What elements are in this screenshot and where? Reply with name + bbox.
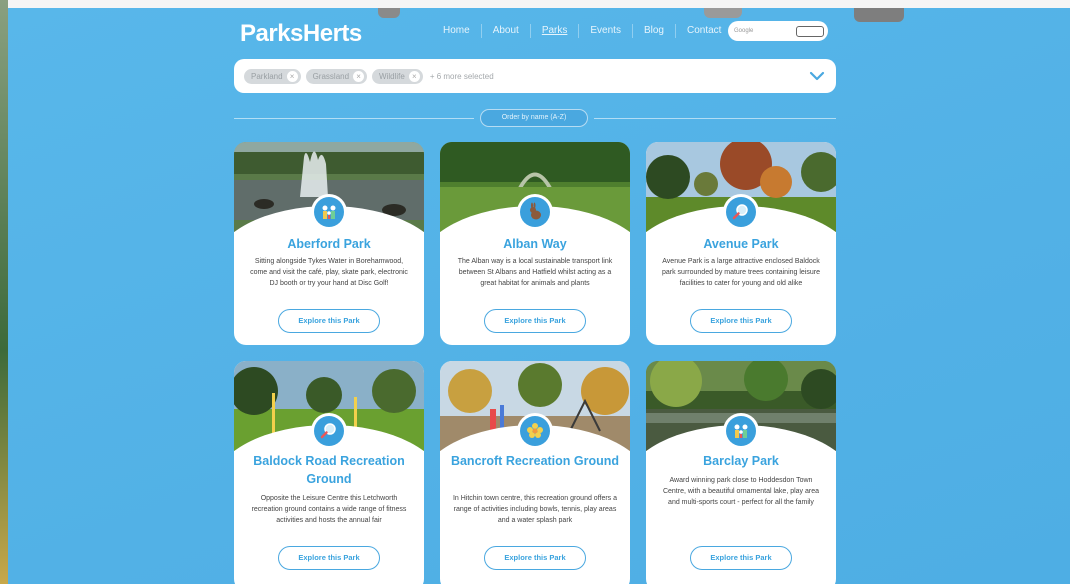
park-description: The Alban way is a local sustainable tra… [457, 258, 613, 287]
explore-park-button[interactable]: Explore this Park [484, 546, 586, 570]
park-description: Opposite the Leisure Centre this Letchwo… [251, 495, 407, 524]
park-description: Sitting alongside Tykes Water in Boreham… [250, 258, 408, 287]
park-badge [517, 413, 553, 449]
park-badge [311, 413, 347, 449]
park-title[interactable]: Alban Way [448, 235, 622, 253]
divider [594, 118, 836, 119]
family-icon [726, 416, 756, 446]
park-badge [311, 194, 347, 230]
park-card: Aberford Park Sitting alongside Tykes Wa… [234, 142, 424, 345]
nav-blog[interactable]: Blog [631, 24, 675, 38]
park-title[interactable]: Bancroft Recreation Ground [448, 452, 622, 470]
park-badge [517, 194, 553, 230]
park-title[interactable]: Aberford Park [242, 235, 416, 253]
nav-home[interactable]: Home [432, 24, 481, 38]
chip-label: Grassland [312, 71, 350, 81]
filter-bar[interactable]: Parkland × Grassland × Wildlife × + 6 more … [234, 59, 836, 93]
main-nav: Home About Parks Events Blog Contact [432, 24, 732, 38]
magnifier-icon [314, 416, 344, 446]
chip-label: Parkland [251, 71, 283, 81]
family-icon [314, 197, 344, 227]
search-input[interactable]: Google [734, 28, 796, 34]
decor-shape [378, 8, 400, 18]
park-card: Avenue Park Avenue Park is a large attra… [646, 142, 836, 345]
site-logo[interactable]: ParksHerts [240, 20, 362, 48]
decor-shape [854, 8, 904, 22]
close-icon[interactable]: × [408, 70, 420, 82]
page: ParksHerts Home About Parks Events Blog … [8, 8, 1070, 584]
nav-events[interactable]: Events [578, 24, 632, 38]
chevron-down-icon[interactable] [808, 67, 826, 85]
search-box[interactable]: Google [728, 21, 828, 41]
rabbit-icon [520, 197, 550, 227]
park-card: Bancroft Recreation Ground In Hitchin to… [440, 361, 630, 584]
park-card: Barclay Park Award winning park close to… [646, 361, 836, 584]
flower-icon [520, 416, 550, 446]
park-description: In Hitchin town centre, this recreation … [452, 495, 618, 524]
close-icon[interactable]: × [353, 70, 365, 82]
filter-chip[interactable]: Parkland × [244, 68, 301, 84]
explore-park-button[interactable]: Explore this Park [690, 546, 792, 570]
search-button[interactable] [796, 25, 824, 37]
left-edge-image [0, 0, 8, 584]
park-title[interactable]: Avenue Park [654, 235, 828, 253]
park-card: Alban Way The Alban way is a local susta… [440, 142, 630, 345]
divider [234, 118, 474, 119]
nav-contact[interactable]: Contact [674, 24, 732, 38]
park-title[interactable]: Baldock Road Recreation Ground [242, 452, 416, 488]
close-icon[interactable]: × [286, 70, 298, 82]
park-badge [723, 413, 759, 449]
park-description: Award winning park close to Hoddesdon To… [662, 477, 820, 506]
explore-park-button[interactable]: Explore this Park [690, 309, 792, 333]
park-badge [723, 194, 759, 230]
order-dropdown[interactable]: Order by name (A-Z) [480, 109, 588, 127]
browser-top-edge [0, 0, 1070, 8]
explore-park-button[interactable]: Explore this Park [278, 546, 380, 570]
park-description: Avenue Park is a large attractive enclos… [662, 258, 820, 287]
explore-park-button[interactable]: Explore this Park [278, 309, 380, 333]
magnifier-icon [726, 197, 756, 227]
filter-chip[interactable]: Wildlife × [372, 68, 423, 84]
chip-label: Wildlife [379, 71, 405, 81]
park-card: Baldock Road Recreation Ground Opposite … [234, 361, 424, 584]
filter-chip[interactable]: Grassland × [305, 68, 368, 84]
park-title[interactable]: Barclay Park [654, 452, 828, 470]
explore-park-button[interactable]: Explore this Park [484, 309, 586, 333]
decor-shape [704, 8, 742, 18]
nav-parks[interactable]: Parks [529, 24, 579, 38]
more-selected-text: + 6 more selected [429, 71, 494, 81]
nav-about[interactable]: About [480, 24, 530, 38]
